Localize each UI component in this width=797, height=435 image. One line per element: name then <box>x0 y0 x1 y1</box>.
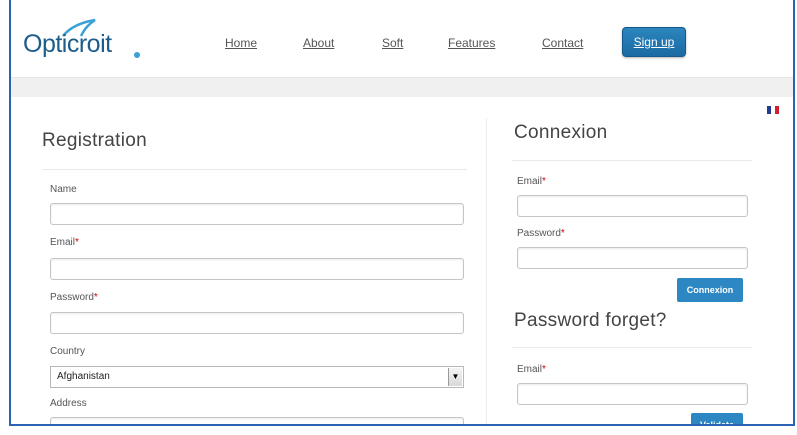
nav-home[interactable]: Home <box>225 36 257 50</box>
connexion-email-input[interactable] <box>517 195 748 217</box>
registration-divider <box>42 169 467 170</box>
forgot-title: Password forget? <box>514 310 667 331</box>
connexion-divider <box>512 160 752 161</box>
country-select-value: Afghanistan <box>57 371 110 382</box>
column-divider <box>486 118 487 424</box>
connexion-email-label: Email* <box>517 176 546 187</box>
signup-button[interactable]: Sign up <box>622 27 686 57</box>
name-label: Name <box>50 184 77 195</box>
address-label: Address <box>50 398 87 409</box>
connexion-password-input[interactable] <box>517 247 748 269</box>
app-frame: Opticroit Home About Soft Features Conta… <box>9 0 795 426</box>
validate-button[interactable]: Validate <box>691 413 743 424</box>
password-input[interactable] <box>50 312 464 334</box>
nav-about[interactable]: About <box>303 36 334 50</box>
header: Opticroit Home About Soft Features Conta… <box>11 0 793 77</box>
logo-text: Opticroit <box>23 30 112 58</box>
chevron-down-icon[interactable]: ▼ <box>448 368 462 386</box>
forgot-email-input[interactable] <box>517 383 748 405</box>
country-select[interactable]: Afghanistan ▼ <box>50 366 464 388</box>
password-label: Password* <box>50 292 98 303</box>
forgot-email-label: Email* <box>517 364 546 375</box>
header-divider-bar <box>11 77 793 97</box>
address-input[interactable] <box>50 417 464 424</box>
name-input[interactable] <box>50 203 464 225</box>
country-label: Country <box>50 346 86 357</box>
registration-title: Registration <box>42 130 147 151</box>
nav-features[interactable]: Features <box>448 36 495 50</box>
forgot-divider <box>512 347 752 348</box>
connexion-button[interactable]: Connexion <box>677 278 743 302</box>
connexion-title: Connexion <box>514 122 608 143</box>
connexion-password-label: Password* <box>517 228 565 239</box>
nav-contact[interactable]: Contact <box>542 36 583 50</box>
email-label: Email* <box>50 237 79 248</box>
logo[interactable]: Opticroit <box>23 18 153 68</box>
logo-dot-icon <box>134 52 140 58</box>
nav-soft[interactable]: Soft <box>382 36 403 50</box>
french-flag-icon[interactable] <box>767 106 779 114</box>
email-input[interactable] <box>50 258 464 280</box>
